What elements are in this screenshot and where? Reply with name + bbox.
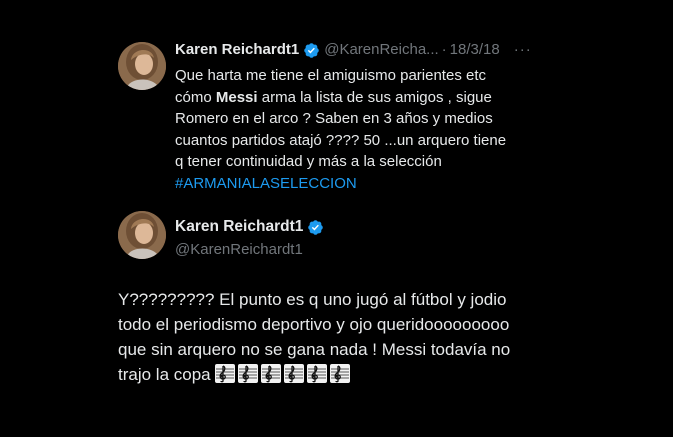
avatar[interactable]	[118, 42, 166, 90]
separator-dot: ·	[441, 41, 447, 58]
tweet-line: que sin arquero no se gana nada ! Messi …	[118, 340, 511, 359]
hashtag-link[interactable]: #ARMANIALASELECCION	[175, 173, 555, 195]
author-name[interactable]: Karen Reichardt1	[175, 40, 299, 60]
tweet-line: Que harta me tiene el amiguismo pariente…	[175, 67, 486, 84]
treble-clef-emoji-icon	[215, 364, 236, 383]
emoji-group	[215, 364, 353, 384]
treble-clef-emoji-icon	[330, 364, 351, 383]
tweet-line: Y????????? El punto es q uno jugó al fút…	[118, 290, 507, 309]
author-name[interactable]: Karen Reichardt1	[175, 218, 303, 236]
tweet-line: cómo	[175, 88, 212, 106]
tweet-text: Que harta me tiene el amiguismo pariente…	[175, 65, 555, 194]
author-row: Karen Reichardt1	[175, 218, 328, 236]
tweet-line: trajo la copa	[118, 365, 211, 384]
author-handle[interactable]: @KarenReicha...	[324, 40, 438, 60]
verified-badge-icon	[308, 219, 324, 235]
tweet-line: arma la lista de sus amigos , sigue	[261, 88, 492, 106]
more-options-icon[interactable]: ···	[514, 40, 532, 60]
mention-messi: Messi	[215, 88, 258, 106]
treble-clef-emoji-icon	[238, 364, 259, 383]
reply-tweet-text: Y????????? El punto es q uno jugó al fút…	[118, 287, 558, 387]
treble-clef-emoji-icon	[307, 364, 328, 383]
tweet-date[interactable]: 18/3/18	[450, 40, 500, 60]
tweet-header: Karen Reichardt1 @KarenReicha... · 18/3/…	[175, 40, 532, 60]
tweet-line: todo el periodismo deportivo y ojo queri…	[118, 315, 510, 334]
treble-clef-emoji-icon	[261, 364, 282, 383]
tweet-line: q tener continuidad y más a la selección	[175, 153, 442, 170]
author-handle[interactable]: @KarenReichardt1	[175, 241, 303, 258]
avatar[interactable]	[118, 211, 166, 259]
tweet-line: Romero en el arco ? Saben en 3 años y me…	[175, 110, 493, 127]
treble-clef-emoji-icon	[284, 364, 305, 383]
verified-badge-icon	[304, 42, 319, 58]
tweet-line: cuantos partidos atajó ???? 50 ...un arq…	[175, 131, 507, 149]
